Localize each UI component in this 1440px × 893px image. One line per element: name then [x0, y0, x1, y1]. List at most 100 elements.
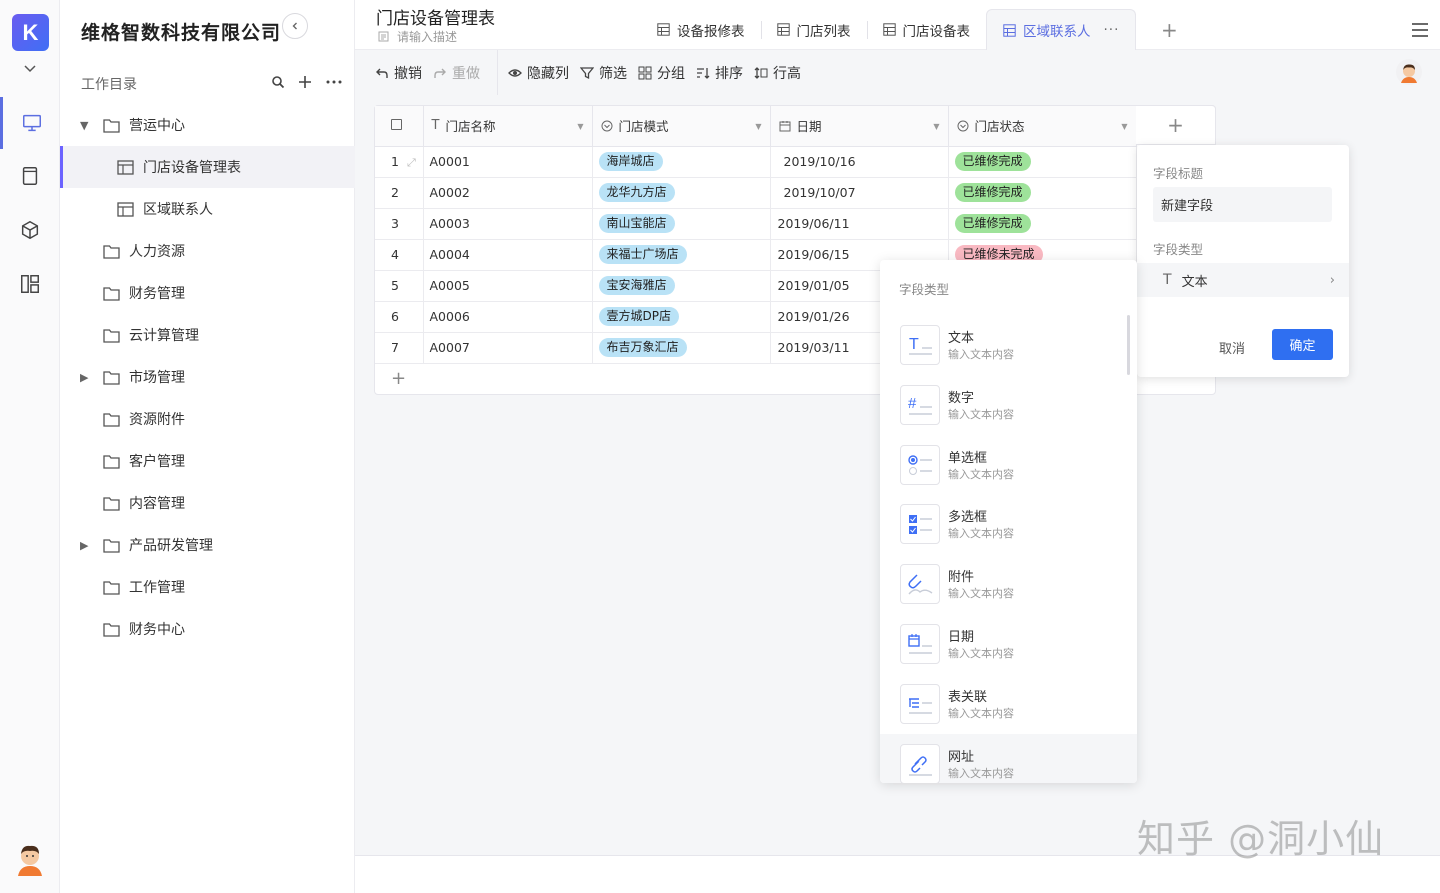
rail-dashboard[interactable]: [0, 258, 60, 310]
caret-down-icon[interactable]: ▼: [1121, 122, 1127, 131]
caret-right-icon[interactable]: ▶: [80, 371, 92, 384]
cell-name[interactable]: A0002: [423, 177, 593, 209]
sidebar-item[interactable]: ▶ 产品研发管理: [60, 524, 355, 566]
group-button[interactable]: 分组: [638, 63, 685, 83]
column-header-name[interactable]: T 门店名称 ▼: [423, 106, 593, 147]
field-type-name: 附件: [948, 570, 975, 586]
cell-mode[interactable]: 南山宝能店: [592, 208, 771, 240]
confirm-button[interactable]: 确定: [1272, 329, 1333, 360]
view-tab[interactable]: 设备报修表: [641, 9, 761, 50]
user-avatar[interactable]: [1396, 59, 1422, 85]
folder-icon: [103, 244, 120, 259]
rail-workspace[interactable]: [0, 97, 60, 149]
cell-status[interactable]: 已维修完成: [948, 177, 1137, 209]
field-type-select[interactable]: T 文本 ›: [1137, 263, 1349, 297]
cell-name[interactable]: A0007: [423, 332, 593, 364]
expand-row-icon[interactable]: ⤢: [407, 156, 416, 169]
sort-button[interactable]: 排序: [696, 63, 743, 83]
scrollbar[interactable]: [1127, 315, 1130, 375]
avatar[interactable]: [14, 842, 46, 876]
rail-mobile[interactable]: [0, 150, 60, 202]
page-title[interactable]: 门店设备管理表: [376, 4, 495, 29]
table-row[interactable]: 2 A0002 龙华九方店 2019/10/07 已维修完成: [375, 177, 1215, 209]
cell-mode[interactable]: 来福士广场店: [592, 239, 771, 271]
chevron-down-icon[interactable]: [22, 60, 38, 76]
more-icon[interactable]: [325, 79, 343, 85]
sidebar-item[interactable]: 工作管理: [60, 566, 355, 608]
caret-down-icon[interactable]: ▼: [80, 119, 92, 132]
column-header-date[interactable]: 日期 ▼: [770, 106, 949, 147]
sidebar-item[interactable]: 门店设备管理表: [60, 146, 355, 188]
sidebar-item[interactable]: 区域联系人: [60, 188, 355, 230]
cell-mode[interactable]: 宝安海雅店: [592, 270, 771, 302]
folder-icon: [103, 580, 120, 595]
caret-right-icon[interactable]: ▶: [80, 539, 92, 552]
cell-name[interactable]: A0004: [423, 239, 593, 271]
more-icon[interactable]: ···: [1104, 22, 1120, 38]
cell-name[interactable]: A0006: [423, 301, 593, 333]
undo-button[interactable]: 撤销: [375, 63, 422, 83]
cell-mode[interactable]: 海岸城店: [592, 146, 771, 178]
view-tab[interactable]: 区域联系人 ···: [986, 9, 1137, 50]
add-column-button[interactable]: +: [1136, 105, 1216, 145]
cell-mode[interactable]: 布吉万象汇店: [592, 332, 771, 364]
sidebar-item[interactable]: 客户管理: [60, 440, 355, 482]
field-type-option[interactable]: 日期 输入文本内容: [880, 614, 1137, 674]
cell-name[interactable]: A0003: [423, 208, 593, 240]
cell-date[interactable]: 2019/10/07: [770, 177, 949, 209]
app-logo[interactable]: K: [12, 14, 49, 51]
cancel-button[interactable]: 取消: [1219, 338, 1245, 357]
cell-status[interactable]: 已维修完成: [948, 208, 1137, 240]
select-all-cell[interactable]: [375, 106, 424, 147]
row-height-button[interactable]: 行高: [754, 63, 801, 83]
hide-columns-button[interactable]: 隐藏列: [508, 63, 569, 83]
caret-down-icon[interactable]: ▼: [755, 122, 761, 131]
checkbox-icon[interactable]: [391, 119, 402, 131]
description-field[interactable]: 请输入描述: [378, 28, 457, 45]
sort-label: 排序: [715, 65, 743, 82]
view-tab[interactable]: 门店列表: [760, 9, 867, 50]
field-type-option[interactable]: 多选框 输入文本内容: [880, 494, 1137, 554]
menu-icon[interactable]: [1411, 22, 1429, 38]
caret-down-icon[interactable]: ▼: [577, 122, 583, 131]
redo-button[interactable]: 重做: [433, 63, 480, 83]
sidebar-item[interactable]: 云计算管理: [60, 314, 355, 356]
sidebar-item[interactable]: 财务中心: [60, 608, 355, 650]
caret-down-icon[interactable]: ▼: [933, 122, 939, 131]
column-header-status[interactable]: 门店状态 ▼: [948, 106, 1137, 147]
sidebar-item[interactable]: 资源附件: [60, 398, 355, 440]
filter-button[interactable]: 筛选: [580, 63, 627, 83]
cell-mode[interactable]: 壹方城DP店: [592, 301, 771, 333]
cell-name[interactable]: A0001: [423, 146, 593, 178]
cell-date[interactable]: 2019/06/11: [770, 208, 949, 240]
field-type-option[interactable]: T 文本 输入文本内容: [880, 315, 1137, 375]
search-icon[interactable]: [271, 75, 285, 89]
field-type-menu-heading: 字段类型: [899, 282, 950, 297]
sidebar-item[interactable]: 内容管理: [60, 482, 355, 524]
folder-icon: [103, 370, 120, 385]
field-type-option[interactable]: 单选框 输入文本内容: [880, 435, 1137, 495]
sidebar-item[interactable]: 财务管理: [60, 272, 355, 314]
field-type-option[interactable]: # 数字 输入文本内容: [880, 375, 1137, 435]
cell-status[interactable]: 已维修完成: [948, 146, 1137, 178]
cell-date[interactable]: 2019/10/16: [770, 146, 949, 178]
eye-icon: [508, 68, 522, 77]
collapse-sidebar-button[interactable]: [282, 13, 308, 39]
cell-mode[interactable]: 龙华九方店: [592, 177, 771, 209]
rail-templates[interactable]: [0, 204, 60, 256]
add-icon[interactable]: [297, 74, 313, 90]
sidebar-item[interactable]: 人力资源: [60, 230, 355, 272]
field-type-icon-box: [900, 683, 940, 724]
field-type-option[interactable]: 表关联 输入文本内容: [880, 674, 1137, 734]
field-title-input[interactable]: 新建字段: [1153, 187, 1332, 222]
view-tab[interactable]: 门店设备表: [866, 9, 987, 50]
column-header-mode[interactable]: 门店模式 ▼: [592, 106, 771, 147]
cell-name[interactable]: A0005: [423, 270, 593, 302]
table-row[interactable]: 3 A0003 南山宝能店 2019/06/11 已维修完成: [375, 208, 1215, 240]
sidebar-item[interactable]: ▶ 市场管理: [60, 356, 355, 398]
field-type-option[interactable]: 网址 输入文本内容: [880, 733, 1137, 783]
add-view-button[interactable]: +: [1161, 18, 1178, 42]
field-type-option[interactable]: 附件 输入文本内容: [880, 554, 1137, 614]
sidebar-item[interactable]: ▼ 营运中心: [60, 104, 355, 146]
table-row[interactable]: 1 ⤢ A0001 海岸城店 2019/10/16 已维修完成: [375, 146, 1215, 178]
